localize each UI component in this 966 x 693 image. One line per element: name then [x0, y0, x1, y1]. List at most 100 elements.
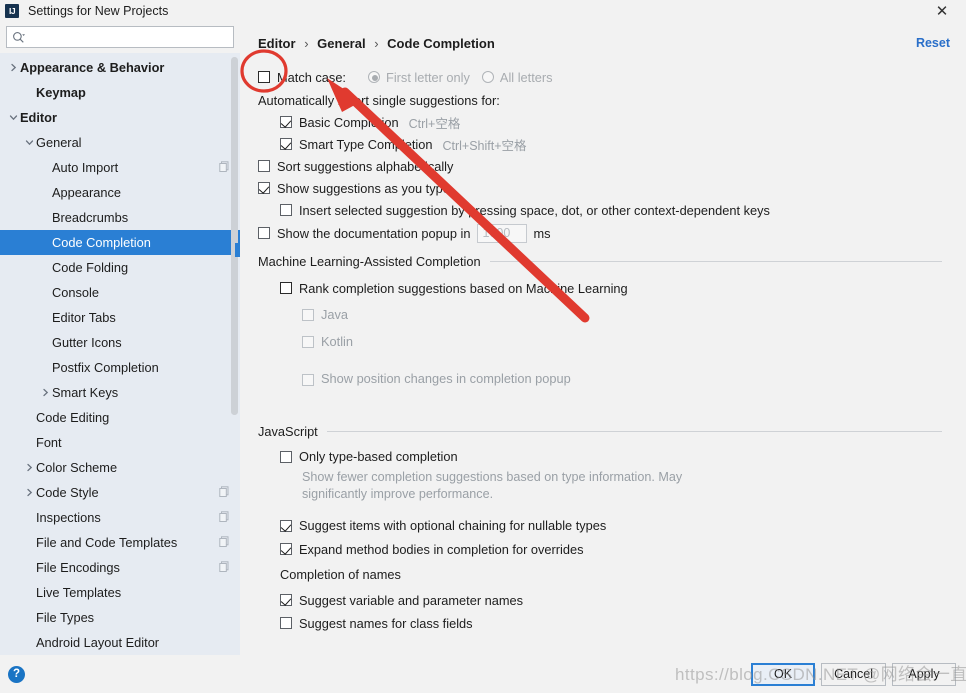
show-suggestions-checkbox[interactable]	[258, 182, 270, 194]
sidebar-item-label: File Encodings	[36, 560, 120, 575]
sidebar-item-android-layout-editor[interactable]: Android Layout Editor	[0, 630, 240, 655]
optional-chaining-row: Suggest items with optional chaining for…	[258, 513, 948, 538]
ml-java-label: Java	[321, 307, 349, 322]
breadcrumb-editor[interactable]: Editor	[258, 36, 296, 51]
window-title: Settings for New Projects	[28, 4, 169, 18]
sidebar-item-label: File and Code Templates	[36, 535, 178, 550]
ml-kotlin-row: Kotlin	[258, 328, 948, 355]
sidebar-scrollbar[interactable]	[231, 57, 238, 415]
search-input[interactable]	[28, 29, 228, 45]
copy-settings-icon[interactable]	[219, 560, 230, 575]
copy-settings-icon[interactable]	[219, 535, 230, 550]
sidebar-item-live-templates[interactable]: Live Templates	[0, 580, 240, 605]
only-type-based-label: Only type-based completion	[299, 449, 458, 464]
optional-chaining-label: Suggest items with optional chaining for…	[299, 518, 607, 533]
chevron-right-icon[interactable]	[6, 63, 20, 72]
smart-type-completion-shortcut: Ctrl+Shift+空格	[442, 138, 527, 153]
first-letter-only-radio[interactable]	[368, 71, 380, 83]
basic-completion-row: Basic Completion Ctrl+空格	[258, 111, 948, 133]
sidebar-item-file-and-code-templates[interactable]: File and Code Templates	[0, 530, 240, 555]
sidebar-item-code-editing[interactable]: Code Editing	[0, 405, 240, 430]
ml-java-checkbox	[302, 308, 314, 321]
sidebar-item-font[interactable]: Font	[0, 430, 240, 455]
smart-type-completion-label: Smart Type Completion	[299, 136, 433, 152]
copy-settings-icon[interactable]	[219, 510, 230, 525]
chevron-down-icon[interactable]	[22, 138, 36, 147]
sidebar-item-label: Smart Keys	[52, 385, 119, 400]
insert-selected-suggestion-row: Insert selected suggestion by pressing s…	[258, 199, 948, 221]
sidebar-item-code-style[interactable]: Code Style	[0, 480, 240, 505]
completion-of-names-label: Completion of names	[280, 566, 401, 582]
copy-settings-icon[interactable]	[219, 160, 230, 175]
help-icon[interactable]: ?	[8, 665, 25, 683]
sidebar-item-editor[interactable]: Editor	[0, 105, 240, 130]
match-case-row: Match case: First letter only All letter…	[258, 65, 948, 89]
ok-button[interactable]: OK	[751, 662, 816, 686]
ml-position-changes-checkbox	[302, 374, 314, 386]
sidebar-item-label: Auto Import	[52, 160, 119, 175]
sidebar-item-smart-keys[interactable]: Smart Keys	[0, 380, 240, 405]
sidebar-item-keymap[interactable]: Keymap	[0, 80, 240, 105]
rank-completion-label: Rank completion suggestions based on Mac…	[299, 280, 628, 296]
sidebar-item-code-completion[interactable]: Code Completion	[0, 230, 240, 255]
suggest-class-field-names-label: Suggest names for class fields	[299, 615, 473, 631]
search-box[interactable]	[6, 26, 234, 48]
breadcrumb-separator-2: ›	[374, 36, 379, 51]
auto-insert-header: Automatically insert single suggestions …	[258, 92, 500, 108]
close-icon[interactable]: ✕	[930, 1, 954, 21]
insert-selected-suggestion-checkbox[interactable]	[280, 204, 292, 216]
sidebar-item-label: Code Editing	[36, 410, 110, 425]
search-area	[0, 22, 240, 53]
title-bar: IJ Settings for New Projects ✕	[0, 0, 966, 22]
sidebar-item-appearance[interactable]: Appearance	[0, 180, 240, 205]
chevron-right-icon[interactable]	[38, 388, 52, 397]
match-case-checkbox[interactable]	[258, 71, 270, 83]
suggest-variable-names-checkbox[interactable]	[280, 594, 292, 606]
suggest-class-field-names-checkbox[interactable]	[280, 617, 292, 629]
sidebar-item-postfix-completion[interactable]: Postfix Completion	[0, 355, 240, 380]
apply-button[interactable]: Apply	[892, 662, 956, 686]
sidebar-item-label: General	[36, 135, 82, 150]
all-letters-radio[interactable]	[481, 71, 494, 83]
sidebar-item-inspections[interactable]: Inspections	[0, 505, 240, 530]
sidebar-item-console[interactable]: Console	[0, 280, 240, 305]
sidebar-item-breadcrumbs[interactable]: Breadcrumbs	[0, 205, 240, 230]
dialog-buttons: OK Cancel Apply	[751, 662, 966, 686]
first-letter-only-label: First letter only	[386, 69, 470, 85]
sidebar-item-gutter-icons[interactable]: Gutter Icons	[0, 330, 240, 355]
rank-completion-checkbox[interactable]	[280, 282, 292, 294]
smart-type-completion-checkbox[interactable]	[280, 138, 292, 150]
sidebar-item-editor-tabs[interactable]: Editor Tabs	[0, 305, 240, 330]
only-type-based-checkbox[interactable]	[280, 450, 292, 463]
optional-chaining-checkbox[interactable]	[280, 519, 292, 532]
sidebar-item-label: Code Folding	[52, 260, 129, 275]
breadcrumb-general[interactable]: General	[317, 36, 365, 51]
reset-link[interactable]: Reset	[916, 36, 950, 50]
sidebar-item-label: Appearance & Behavior	[20, 60, 165, 75]
sidebar-item-code-folding[interactable]: Code Folding	[0, 255, 240, 280]
cancel-button[interactable]: Cancel	[821, 662, 886, 686]
rank-completion-row: Rank completion suggestions based on Mac…	[258, 275, 948, 301]
chevron-right-icon[interactable]	[22, 463, 36, 472]
all-letters-label: All letters	[499, 69, 553, 85]
match-case-label: Match case:	[277, 69, 346, 85]
expand-method-bodies-checkbox[interactable]	[280, 543, 292, 555]
settings-sidebar: Appearance & Behavior Keymap Editor General…	[0, 22, 240, 655]
sidebar-scrollbar-thumb[interactable]	[231, 57, 238, 415]
documentation-popup-delay-input[interactable]: 1000	[476, 223, 527, 243]
documentation-popup-checkbox[interactable]	[258, 227, 270, 239]
sidebar-item-label: Live Templates	[36, 585, 122, 600]
sidebar-item-auto-import[interactable]: Auto Import	[0, 155, 240, 180]
chevron-down-icon[interactable]	[6, 113, 20, 122]
sidebar-item-label: Breadcrumbs	[52, 210, 129, 225]
basic-completion-checkbox[interactable]	[280, 116, 292, 128]
sidebar-item-file-encodings[interactable]: File Encodings	[0, 555, 240, 580]
sort-suggestions-checkbox[interactable]	[258, 160, 270, 172]
sidebar-item-general[interactable]: General	[0, 130, 240, 155]
sidebar-item-color-scheme[interactable]: Color Scheme	[0, 455, 240, 480]
sidebar-item-label: Inspections	[36, 510, 101, 525]
chevron-right-icon[interactable]	[22, 488, 36, 497]
sidebar-item-file-types[interactable]: File Types	[0, 605, 240, 630]
sidebar-item-appearance-behavior[interactable]: Appearance & Behavior	[0, 55, 240, 80]
copy-settings-icon[interactable]	[219, 485, 230, 500]
